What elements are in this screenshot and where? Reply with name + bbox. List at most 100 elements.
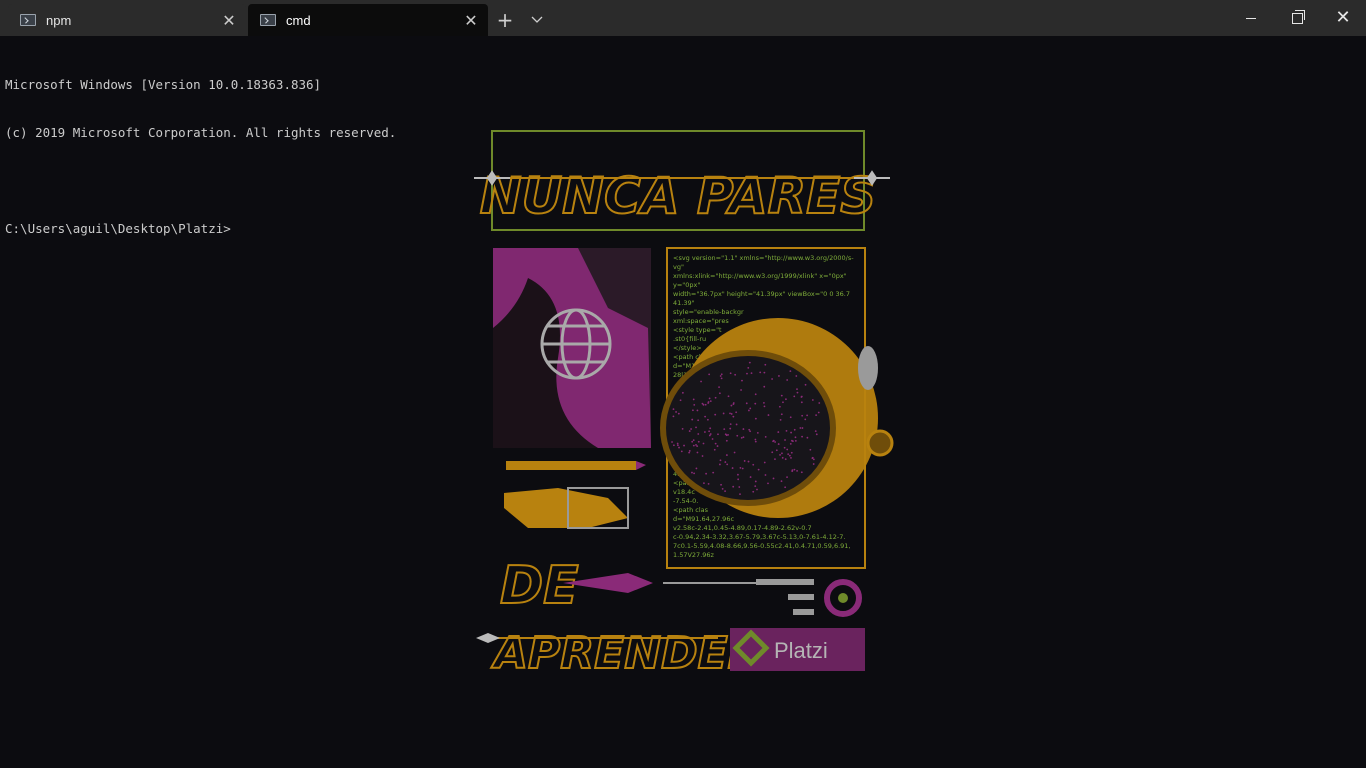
star-dot (713, 448, 716, 451)
star-dot (717, 433, 719, 436)
star-dot (725, 434, 728, 437)
star-dot (794, 439, 797, 442)
star-dot (789, 416, 792, 419)
star-dot (729, 423, 732, 425)
star-dot (732, 402, 735, 404)
close-tab-icon[interactable]: ✕ (460, 11, 482, 30)
star-dot (678, 446, 680, 449)
star-dot (796, 391, 799, 394)
tab-dropdown-button[interactable] (520, 4, 554, 36)
star-dot (749, 430, 752, 433)
star-dot (707, 482, 710, 485)
star-dot (676, 442, 679, 445)
star-dot (708, 430, 711, 433)
star-dot (729, 412, 731, 415)
star-dot (738, 486, 741, 488)
star-dot (672, 408, 675, 410)
star-dot (754, 393, 757, 396)
poster-code-line: <svg version="1.1" xmlns="http://www.w3.… (673, 254, 854, 262)
star-dot (701, 402, 704, 405)
star-dot (709, 427, 712, 430)
star-dot (714, 396, 717, 399)
star-dot (786, 448, 789, 451)
star-dot (781, 456, 784, 459)
star-dot (730, 404, 733, 407)
star-dot (789, 442, 792, 445)
star-dot (732, 485, 735, 488)
close-window-button[interactable]: ✕ (1320, 0, 1366, 36)
poster-code-line: xmlns:xlink="http://www.w3.org/1999/xlin… (673, 272, 847, 280)
star-dot (692, 444, 695, 447)
star-dot (691, 440, 694, 443)
star-dot (778, 375, 780, 377)
star-dot (704, 431, 706, 433)
star-dot (740, 436, 743, 439)
star-dot (743, 460, 746, 462)
star-dot (801, 427, 804, 429)
star-dot (796, 388, 798, 390)
star-dot (764, 363, 767, 366)
restore-button[interactable] (1274, 0, 1320, 36)
star-dot (783, 446, 786, 449)
close-icon: ✕ (1335, 7, 1351, 28)
new-tab-button[interactable]: + (488, 4, 522, 36)
restore-icon (1291, 9, 1305, 24)
star-dot (672, 444, 675, 447)
star-dot (701, 455, 704, 457)
star-dot (705, 472, 708, 475)
star-dot (772, 439, 775, 442)
star-dot (720, 377, 723, 380)
poster-code-line: 1.57V27.96z (673, 551, 715, 559)
poster-code-line: <style type="t (673, 326, 722, 334)
star-dot (757, 468, 760, 471)
star-dot (675, 411, 677, 413)
star-dot (764, 474, 767, 476)
star-dot (740, 389, 742, 391)
star-dot (729, 372, 732, 375)
terminal-icon (20, 14, 36, 26)
star-dot (777, 431, 780, 433)
star-dot (818, 402, 821, 404)
star-dot (790, 431, 792, 434)
star-dot (725, 454, 728, 456)
star-dot (786, 379, 789, 381)
star-dot (722, 412, 725, 415)
star-dot (724, 461, 727, 463)
poster-code-line: <path clas (673, 506, 709, 514)
poster-code-line: 41.39" (673, 299, 695, 307)
star-dot (671, 441, 673, 443)
star-dot (782, 401, 784, 404)
star-dot (756, 488, 758, 491)
star-dot (784, 486, 787, 489)
close-tab-icon[interactable]: ✕ (218, 11, 240, 30)
tab-npm[interactable]: npm ✕ (8, 4, 246, 36)
star-dot (804, 418, 807, 421)
star-dot (692, 398, 695, 401)
star-dot (747, 460, 750, 463)
star-dot (747, 409, 750, 412)
minimize-icon (1246, 17, 1256, 19)
star-dot (763, 405, 766, 408)
star-dot (811, 456, 814, 459)
tab-cmd[interactable]: cmd ✕ (248, 4, 488, 36)
star-dot (741, 379, 743, 382)
star-dot (752, 463, 755, 466)
star-dot (672, 415, 675, 418)
star-dot (754, 480, 757, 483)
tab-title: cmd (286, 12, 311, 28)
star-dot (688, 450, 691, 452)
star-dot (794, 436, 797, 439)
star-dot (742, 428, 745, 430)
minimize-button[interactable] (1228, 0, 1274, 36)
star-dot (804, 383, 807, 386)
star-dot (789, 370, 792, 373)
star-dot (721, 487, 724, 490)
star-dot (735, 423, 738, 426)
title-bar: npm ✕ cmd ✕ + ✕ (0, 0, 1366, 36)
star-dot (784, 458, 787, 461)
star-dot (774, 458, 776, 461)
star-dot (711, 438, 714, 440)
poster-code-line: v2.58c-2.41,0.45-4.89,0.17-4.89-2.62v-0.… (673, 524, 812, 532)
star-dot (814, 430, 817, 433)
star-dot (741, 467, 744, 470)
